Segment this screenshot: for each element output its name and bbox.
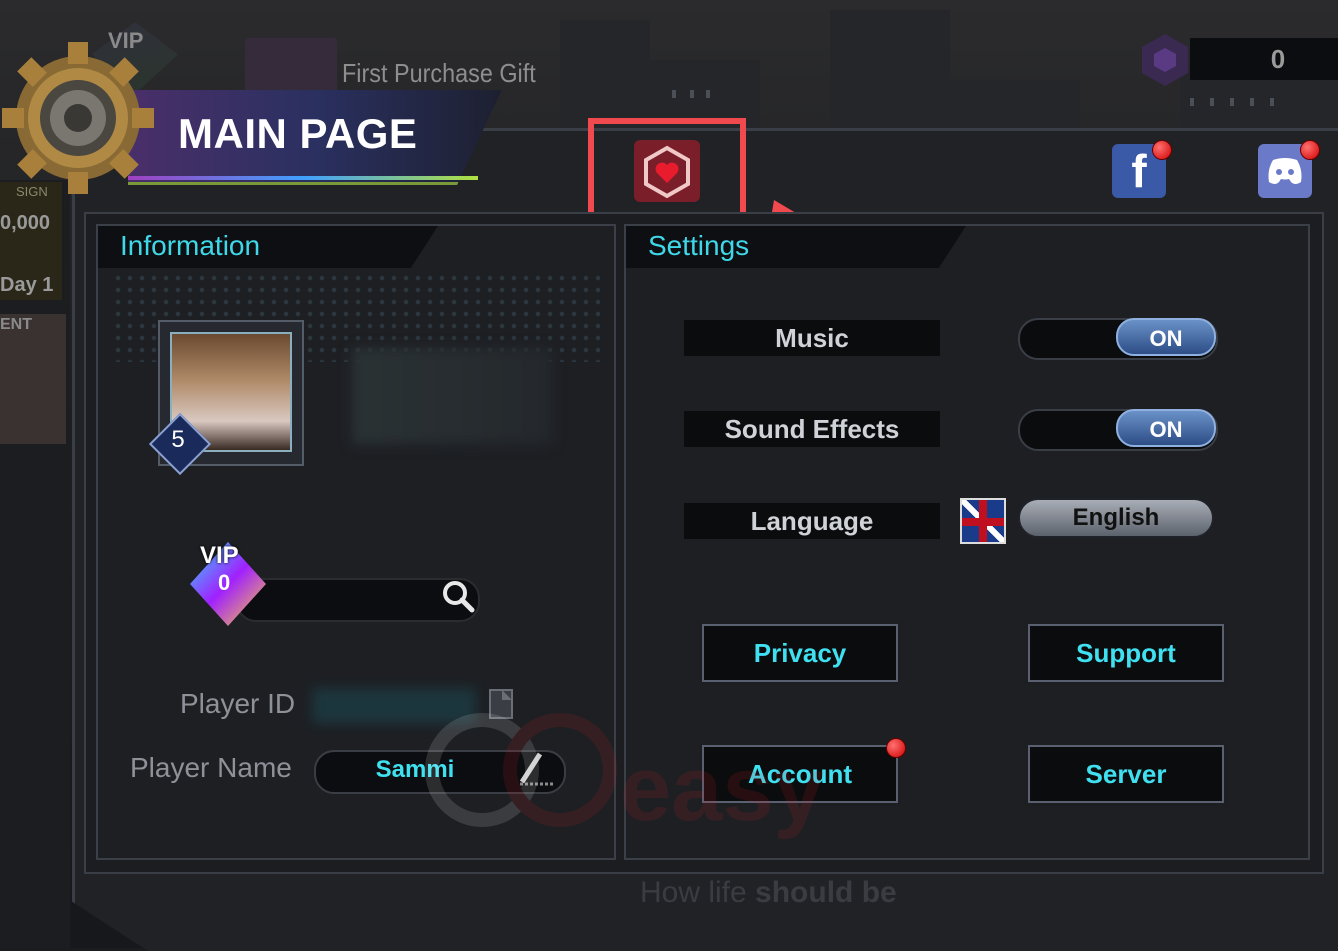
gem-count: 0 (1270, 44, 1286, 74)
sound-effects-toggle-state: ON (1149, 417, 1183, 442)
first-purchase-gift-icon[interactable] (245, 38, 337, 98)
support-label: Support (1076, 638, 1176, 668)
page-title: MAIN PAGE (178, 110, 418, 157)
music-toggle-state: ON (1149, 326, 1183, 351)
uk-flag-icon (960, 498, 1006, 544)
sign-day: Day 1 (0, 274, 54, 296)
discord-icon (1268, 158, 1302, 184)
avatar-level: 5 (171, 426, 185, 453)
event-label: ENT (0, 316, 32, 333)
title-underline (128, 176, 478, 180)
watermark-logo: easy (425, 713, 825, 840)
vip-label: VIP (200, 542, 239, 569)
sound-effects-label: Sound Effects (724, 414, 900, 444)
search-icon[interactable] (440, 578, 476, 614)
settings-title: Settings (648, 230, 750, 261)
language-label: Language (750, 506, 874, 536)
vip-level: 0 (218, 570, 231, 595)
blurred-player-info (352, 348, 552, 444)
sign-in-event[interactable]: SIGN 0,000 Day 1 (0, 182, 62, 300)
gear-icon (2, 42, 154, 194)
watermark-tagline-light: How life (640, 876, 756, 909)
sign-amount: 0,000 (0, 212, 51, 234)
information-title: Information (120, 230, 261, 261)
language-value: English (1072, 504, 1160, 531)
account-notification-dot (886, 738, 906, 758)
facebook-notification-dot (1152, 140, 1172, 160)
left-event-strip: SIGN 0,000 Day 1 ENT (0, 180, 70, 948)
watermark-tagline: How life should be (640, 876, 897, 910)
highlight-box (588, 118, 746, 222)
discord-notification-dot (1300, 140, 1320, 160)
first-purchase-gift-label[interactable]: First Purchase Gift (342, 58, 536, 89)
server-label: Server (1085, 759, 1167, 789)
privacy-label: Privacy (753, 638, 847, 668)
player-id-label: Player ID (180, 688, 296, 719)
music-label: Music (775, 323, 849, 353)
watermark-tagline-bold: should be (755, 876, 897, 909)
player-name-label: Player Name (130, 752, 292, 783)
facebook-icon: f (1131, 145, 1147, 197)
watermark-brand: easy (620, 738, 825, 840)
event-entry[interactable]: ENT (0, 314, 66, 444)
